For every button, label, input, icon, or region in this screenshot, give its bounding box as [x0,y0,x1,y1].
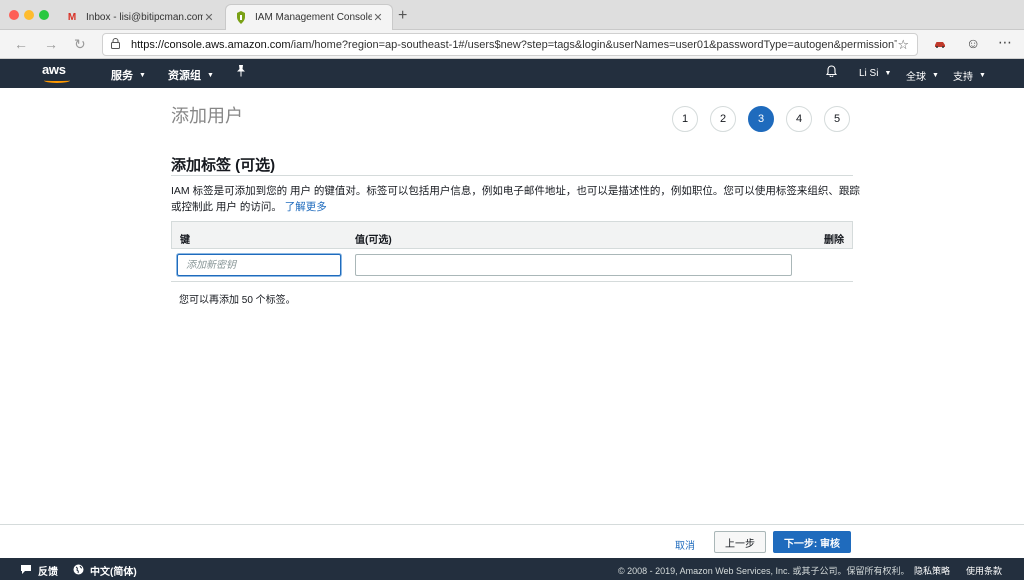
tab-title: IAM Management Console [255,12,372,23]
tags-table: 键 值(可选) 删除 [171,221,853,282]
caret-down-icon: ▼ [932,72,939,79]
reload-icon[interactable]: ↻ [74,36,86,53]
browser-tab-inbox[interactable]: M Inbox - lisi@bitipcman.com - B ✕ [57,4,223,30]
section-title: 添加标签 (可选) [171,157,276,174]
forward-icon[interactable]: → [44,36,58,52]
lock-icon [111,37,123,52]
next-review-button[interactable]: 下一步: 审核 [773,531,851,553]
tab-title: Inbox - lisi@bitipcman.com - B [86,11,203,23]
car-extension-icon[interactable] [934,37,946,51]
wizard-step-4: 4 [786,106,812,132]
aws-iam-icon [234,11,248,25]
wizard-step-2[interactable]: 2 [710,106,736,132]
feedback-link[interactable]: 反馈 [20,563,58,578]
previous-button[interactable]: 上一步 [714,531,766,553]
resource-groups-menu[interactable]: 资源组 ▼ [168,67,214,83]
window-close-button[interactable] [9,10,19,20]
back-icon[interactable]: ← [14,36,28,52]
more-menu-icon[interactable]: ⋯ [998,34,1012,51]
smiley-icon[interactable]: ☺ [966,35,980,51]
bookmark-star-icon[interactable]: ☆ [897,37,909,53]
column-header-value: 值(可选) [355,235,392,246]
new-tab-icon[interactable]: + [398,7,407,25]
caret-down-icon: ▼ [207,71,214,79]
window-zoom-button[interactable] [39,10,49,20]
aws-logo[interactable]: aws [42,63,74,85]
user-menu[interactable]: Li Si ▼ [859,68,891,79]
browser-tab-iam[interactable]: IAM Management Console ✕ [225,4,393,30]
caret-down-icon: ▼ [979,72,986,79]
language-selector[interactable]: 中文(简体) [73,563,137,578]
wizard-action-bar: 取消 上一步 下一步: 审核 [0,524,1024,558]
wizard-step-1[interactable]: 1 [672,106,698,132]
browser-tab-strip: M Inbox - lisi@bitipcman.com - B ✕ IAM M… [0,0,1024,30]
tag-value-input[interactable] [355,254,792,276]
table-header: 键 值(可选) 删除 [171,221,853,249]
gmail-icon: M [67,11,77,23]
pin-icon[interactable] [236,65,246,77]
terms-of-use-link[interactable]: 使用条款 [966,564,1002,577]
window-minimize-button[interactable] [24,10,34,20]
caret-down-icon: ▼ [884,70,892,77]
table-row [171,249,853,282]
browser-toolbar: ← → ↻ https://console.aws.amazon.com/iam… [0,30,1024,59]
url-text: https://console.aws.amazon.com/iam/home?… [131,38,898,51]
column-header-key: 键 [180,235,190,246]
copyright-text: © 2008 - 2019, Amazon Web Services, Inc.… [618,566,910,576]
chat-bubble-icon [20,564,32,578]
aws-top-nav: aws 服务 ▼ 资源组 ▼ Li Si ▼ 全球 ▼ 支持 ▼ [0,59,1024,88]
aws-smile-icon [44,78,70,83]
column-header-delete: 删除 [824,235,844,246]
wizard-step-5: 5 [824,106,850,132]
address-bar[interactable]: https://console.aws.amazon.com/iam/home?… [102,33,918,56]
region-menu[interactable]: 全球 ▼ [906,68,939,83]
tags-description: IAM 标签是可添加到您的 用户 的键值对。标签可以包括用户信息，例如电子邮件地… [171,185,860,213]
console-footer: 反馈 中文(简体) © 2008 - 2019, Amazon Web Serv… [0,558,1024,580]
page-title: 添加用户 [171,106,243,126]
bell-icon[interactable] [826,65,837,77]
privacy-policy-link[interactable]: 隐私策略 [914,564,950,577]
remaining-tags-text: 您可以再添加 50 个标签。 [179,295,296,306]
close-icon[interactable]: ✕ [372,11,384,24]
tag-key-input[interactable] [177,254,341,276]
close-icon[interactable]: ✕ [203,11,215,24]
services-menu[interactable]: 服务 ▼ [111,67,146,83]
cancel-button[interactable]: 取消 [675,537,695,552]
divider [171,175,853,176]
wizard-steps: 1 2 3 4 5 [672,106,850,132]
support-menu[interactable]: 支持 ▼ [953,68,986,83]
learn-more-link[interactable]: 了解更多 [285,201,327,213]
wizard-step-3: 3 [748,106,774,132]
caret-down-icon: ▼ [139,71,146,79]
globe-icon [73,564,84,578]
